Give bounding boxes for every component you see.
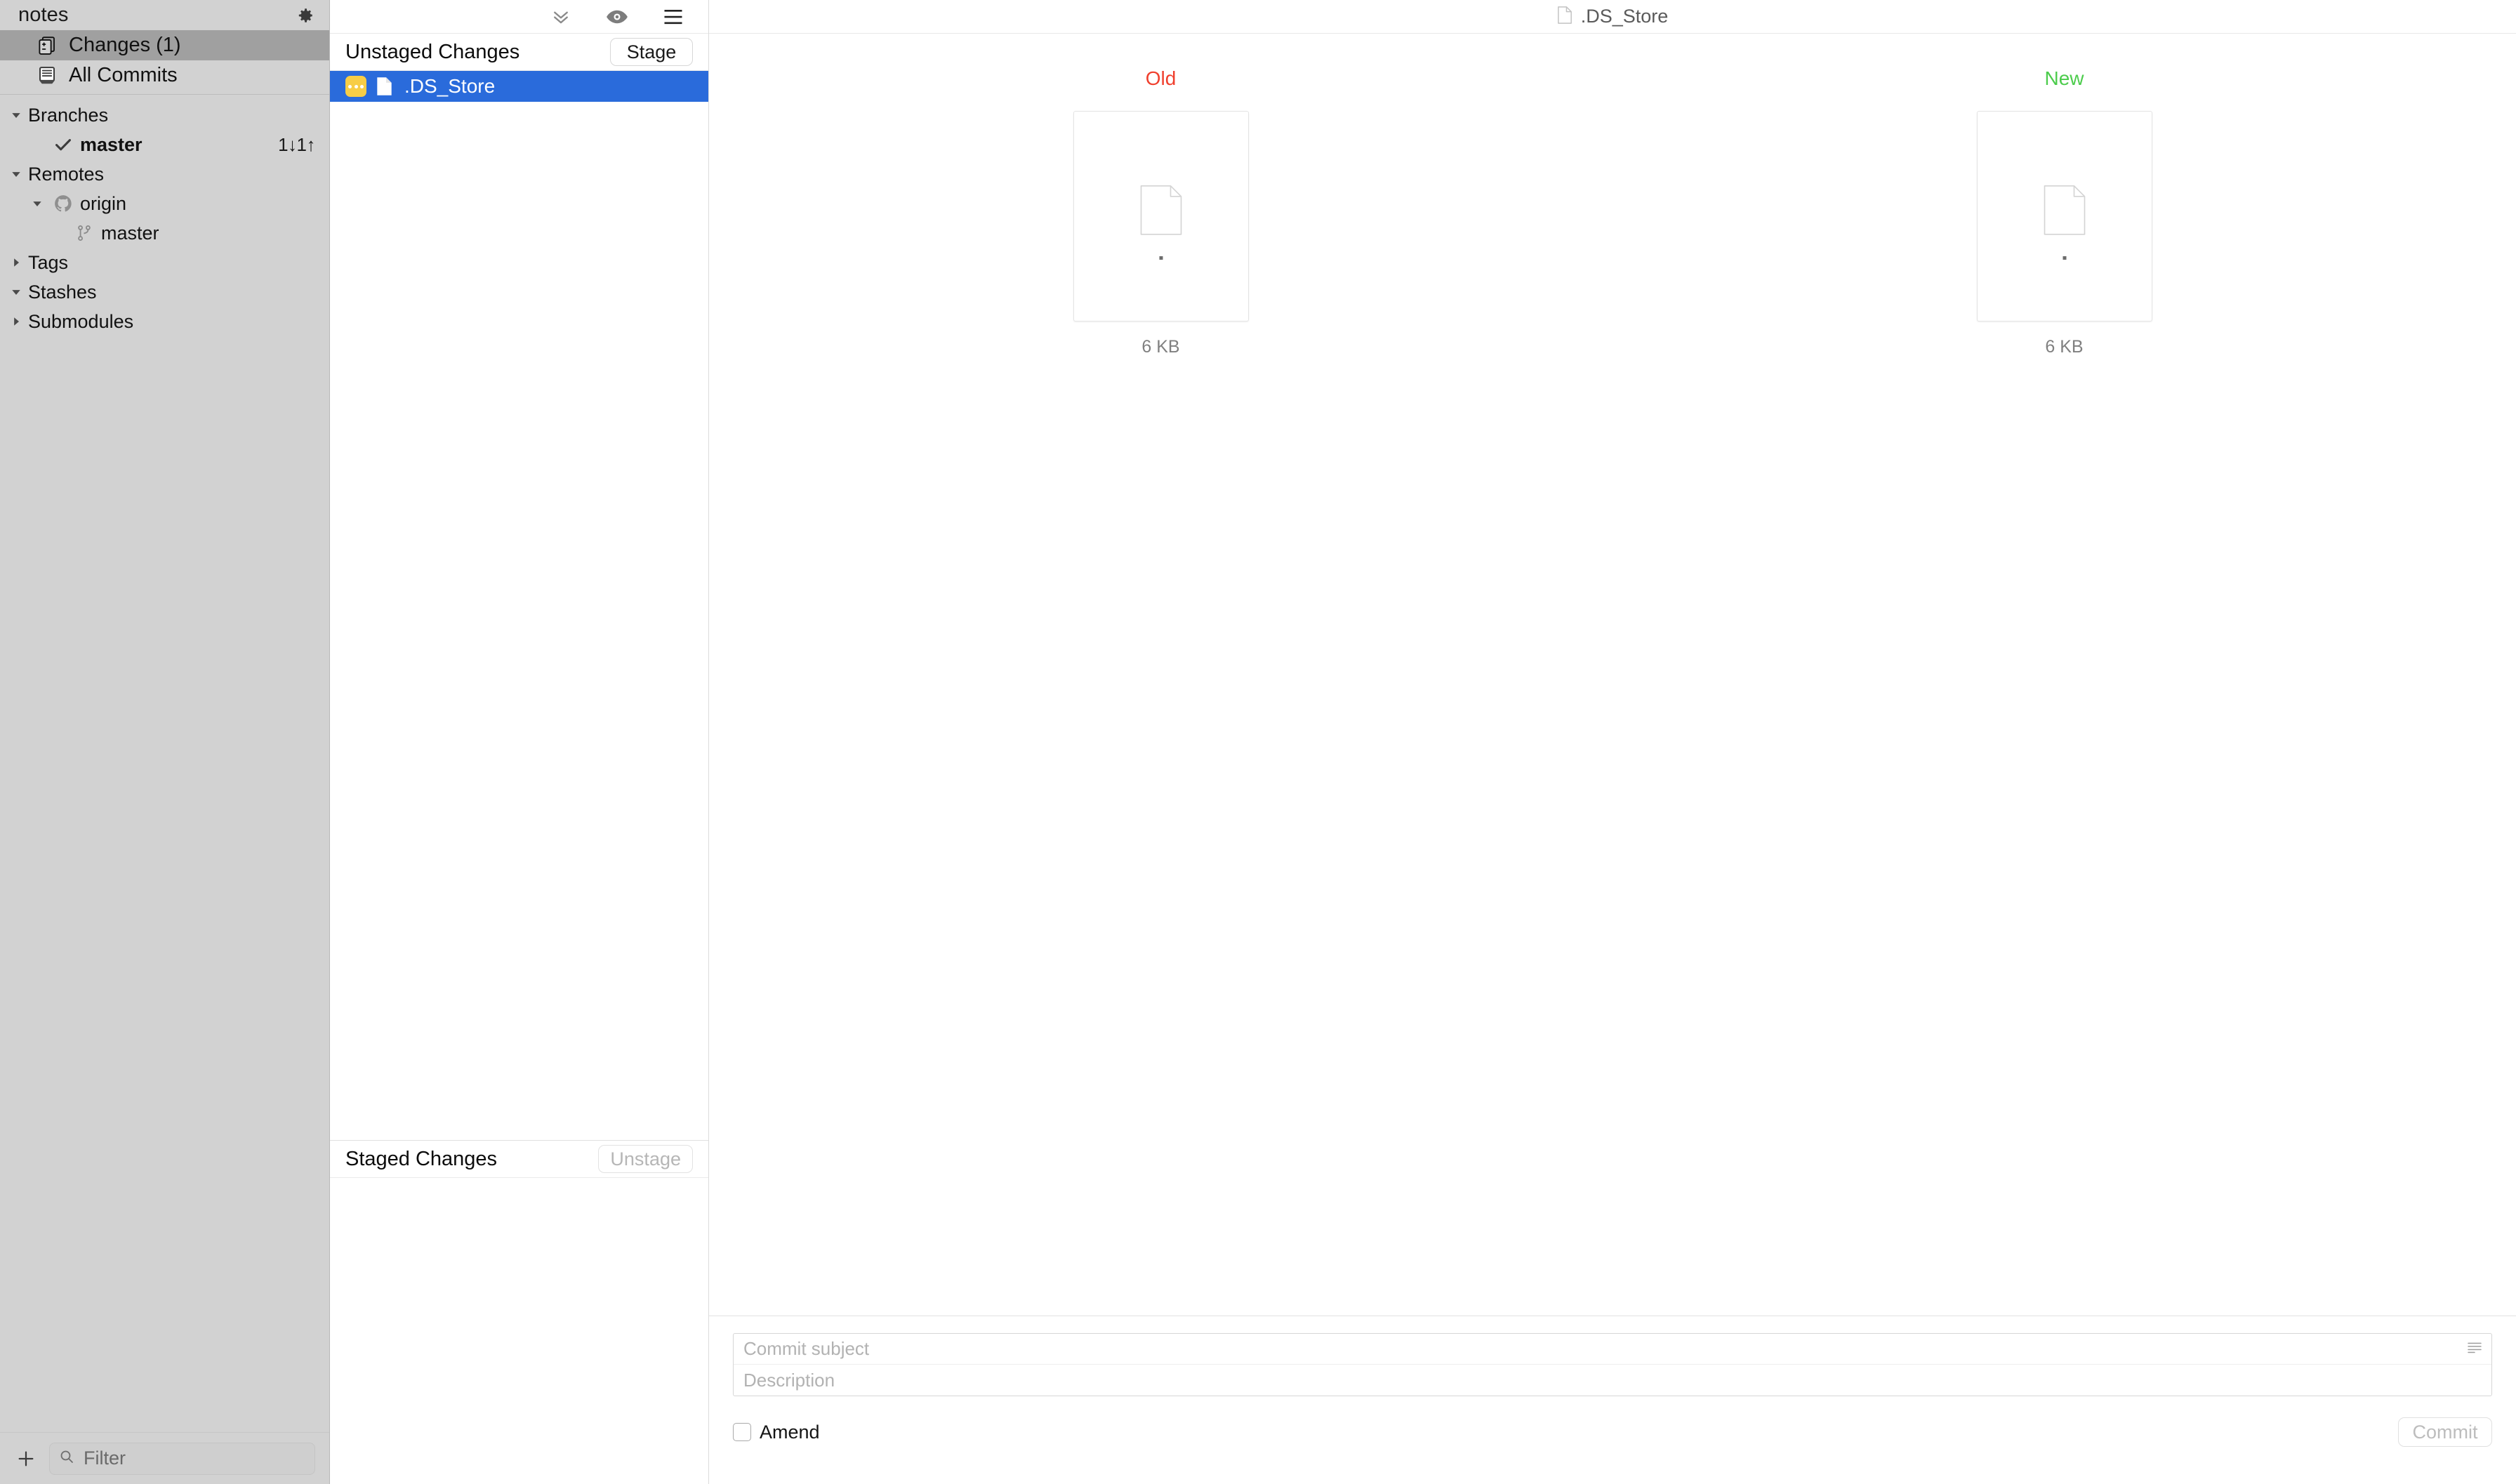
staged-changes-section: Staged Changes Unstage [330,1140,708,1484]
modified-status-badge [345,76,366,97]
diff-viewer: .DS_Store Old 6 KB New 6 KB Commit subje… [709,0,2516,1484]
sidebar-group-tags-label: Tags [28,251,69,273]
sidebar-group-stashes[interactable]: Stashes [0,277,329,307]
amend-checkbox-row[interactable]: Amend [733,1422,820,1443]
sidebar-item-changes[interactable]: Changes (1) [0,30,329,60]
hamburger-menu-icon[interactable] [659,4,687,29]
text-lines-icon[interactable] [2466,1340,2483,1358]
chevron-down-icon[interactable] [6,168,27,180]
commit-button[interactable]: Commit [2398,1417,2492,1447]
diff-preview-new [1976,111,2152,322]
sidebar-group-remotes[interactable]: Remotes [0,159,329,189]
chevron-down-icon[interactable] [27,198,48,209]
plus-icon[interactable] [10,1443,42,1475]
commit-description-input[interactable]: Description [734,1365,2491,1396]
diff-panes: Old 6 KB New 6 KB [709,34,2516,357]
diff-file-name: .DS_Store [1580,6,1669,27]
unstage-button[interactable]: Unstage [598,1145,693,1173]
sidebar-remote-branch-master-label: master [101,222,159,244]
chevron-down-icon[interactable] [6,110,27,121]
diff-pane-old-size: 6 KB [1141,337,1180,357]
sidebar-item-all-commits[interactable]: All Commits [0,60,329,91]
sidebar-group-submodules-label: Submodules [28,310,134,332]
filter-input[interactable]: Filter [49,1442,315,1475]
sidebar-branch-ahead-behind: 1↓1↑ [278,133,315,155]
gear-icon-glyph [298,8,312,22]
sidebar: notes Changes (1) All Commits Branches m… [0,0,330,1484]
diff-body: Old 6 KB New 6 KB [709,34,2516,1316]
sidebar-remote-branch-master[interactable]: master [0,218,329,248]
commit-button-wrap: Commit [2398,1417,2492,1447]
changes-icon [37,35,66,56]
amend-label: Amend [760,1421,820,1443]
sidebar-item-all-commits-label: All Commits [69,64,178,86]
diff-preview-old [1073,111,1249,322]
list-item[interactable]: .DS_Store [330,71,708,102]
sidebar-group-remotes-label: Remotes [28,163,105,185]
sidebar-primary-list: Changes (1) All Commits [0,30,329,91]
sidebar-branch-master-label: master [80,133,143,155]
commit-subject-placeholder: Commit subject [743,1338,870,1359]
check-icon [48,135,79,154]
chevron-down-icon[interactable] [6,286,27,298]
unstaged-changes-title: Unstaged Changes [345,40,520,63]
eye-icon[interactable] [603,4,631,29]
staged-file-list [330,1178,708,1484]
staged-changes-header: Staged Changes Unstage [330,1141,708,1178]
filter-placeholder: Filter [84,1447,126,1469]
list-item-label: .DS_Store [404,75,496,97]
changes-icon-glyph [39,36,55,55]
sidebar-divider [0,94,329,95]
staged-changes-title: Staged Changes [345,1147,498,1170]
commit-area: Commit subject Description Amend Commit [709,1316,2516,1484]
gear-icon[interactable] [291,1,319,29]
app-window: notes Changes (1) All Commits Branches m… [0,0,2516,1484]
commits-icon [37,65,66,86]
sidebar-group-submodules[interactable]: Submodules [0,307,329,336]
unstaged-file-list: .DS_Store [330,71,708,1140]
preview-dot [2063,256,2066,260]
chevron-right-icon[interactable] [6,257,27,268]
sidebar-remote-origin-label: origin [80,192,127,214]
unstaged-changes-header: Unstaged Changes Stage [330,34,708,71]
commit-controls: Amend Commit [733,1417,2492,1447]
sidebar-remote-origin[interactable]: origin [0,189,329,218]
document-icon [376,77,395,96]
commit-description-placeholder: Description [743,1369,835,1391]
diff-pane-new: New 6 KB [1613,67,2516,357]
diff-pane-old-label: Old [1145,67,1177,89]
commit-subject-input[interactable]: Commit subject [734,1334,2491,1365]
sidebar-branch-master[interactable]: master 1↓1↑ [0,130,329,159]
sidebar-header: notes [0,0,329,30]
sidebar-group-stashes-label: Stashes [28,281,97,303]
sidebar-group-tags[interactable]: Tags [0,248,329,277]
github-icon [48,194,79,213]
document-icon [1557,6,1572,28]
document-icon [1140,185,1182,239]
sidebar-footer: Filter [0,1432,329,1484]
document-icon [2044,185,2086,239]
amend-checkbox[interactable] [733,1423,751,1441]
diff-pane-new-label: New [2044,67,2084,89]
branch-icon [69,224,100,242]
diff-header: .DS_Store [709,0,2516,34]
changes-toolbar [330,0,708,34]
diff-pane-old: Old 6 KB [709,67,1613,357]
sidebar-group-branches[interactable]: Branches [0,100,329,130]
search-icon [58,1448,75,1469]
repository-title: notes [18,4,69,26]
sidebar-item-changes-label: Changes (1) [69,34,181,56]
preview-dot [1159,256,1163,260]
changes-panel: Unstaged Changes Stage .DS_Store Staged … [330,0,709,1484]
chevron-right-icon[interactable] [6,316,27,327]
sidebar-group-branches-label: Branches [28,104,109,126]
chevron-double-down-icon[interactable] [547,4,575,29]
stage-button[interactable]: Stage [610,38,693,66]
commits-icon-glyph [39,66,55,84]
diff-pane-new-size: 6 KB [2045,337,2084,357]
sidebar-tree: Branches master 1↓1↑ Remotes origin mast… [0,100,329,336]
commit-message-box: Commit subject Description [733,1333,2492,1396]
